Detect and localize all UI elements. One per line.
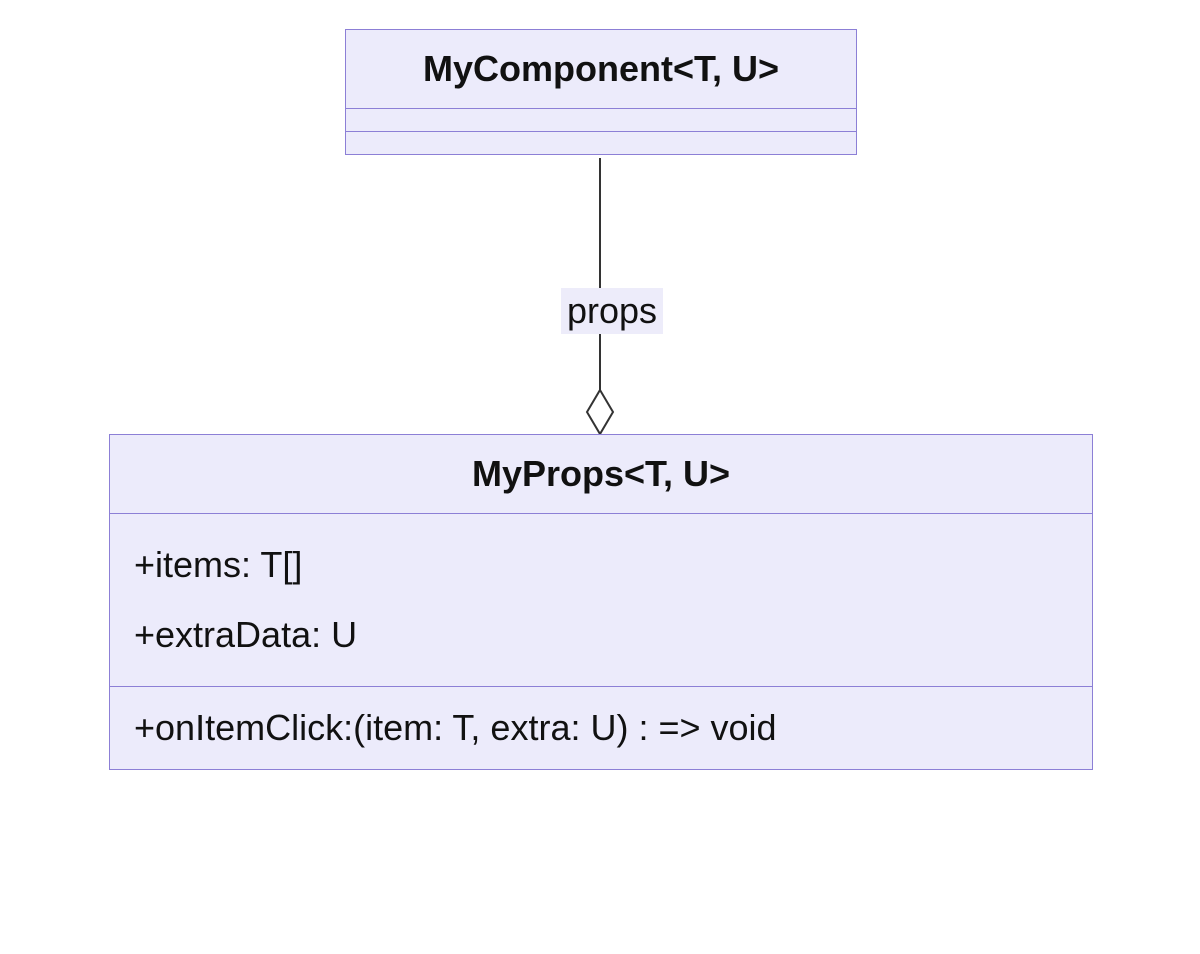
class-methods-myprops: +onItemClick:(item: T, extra: U) : => vo…: [110, 687, 1092, 769]
attribute-extradata: +extraData: U: [134, 600, 1068, 670]
relation-label-props: props: [561, 288, 663, 334]
attribute-items: +items: T[]: [134, 530, 1068, 600]
class-box-myprops: MyProps<T, U> +items: T[] +extraData: U …: [109, 434, 1093, 770]
method-onitemclick: +onItemClick:(item: T, extra: U) : => vo…: [110, 687, 1092, 769]
class-title-myprops: MyProps<T, U>: [110, 435, 1092, 514]
class-attributes-myprops: +items: T[] +extraData: U: [110, 514, 1092, 687]
